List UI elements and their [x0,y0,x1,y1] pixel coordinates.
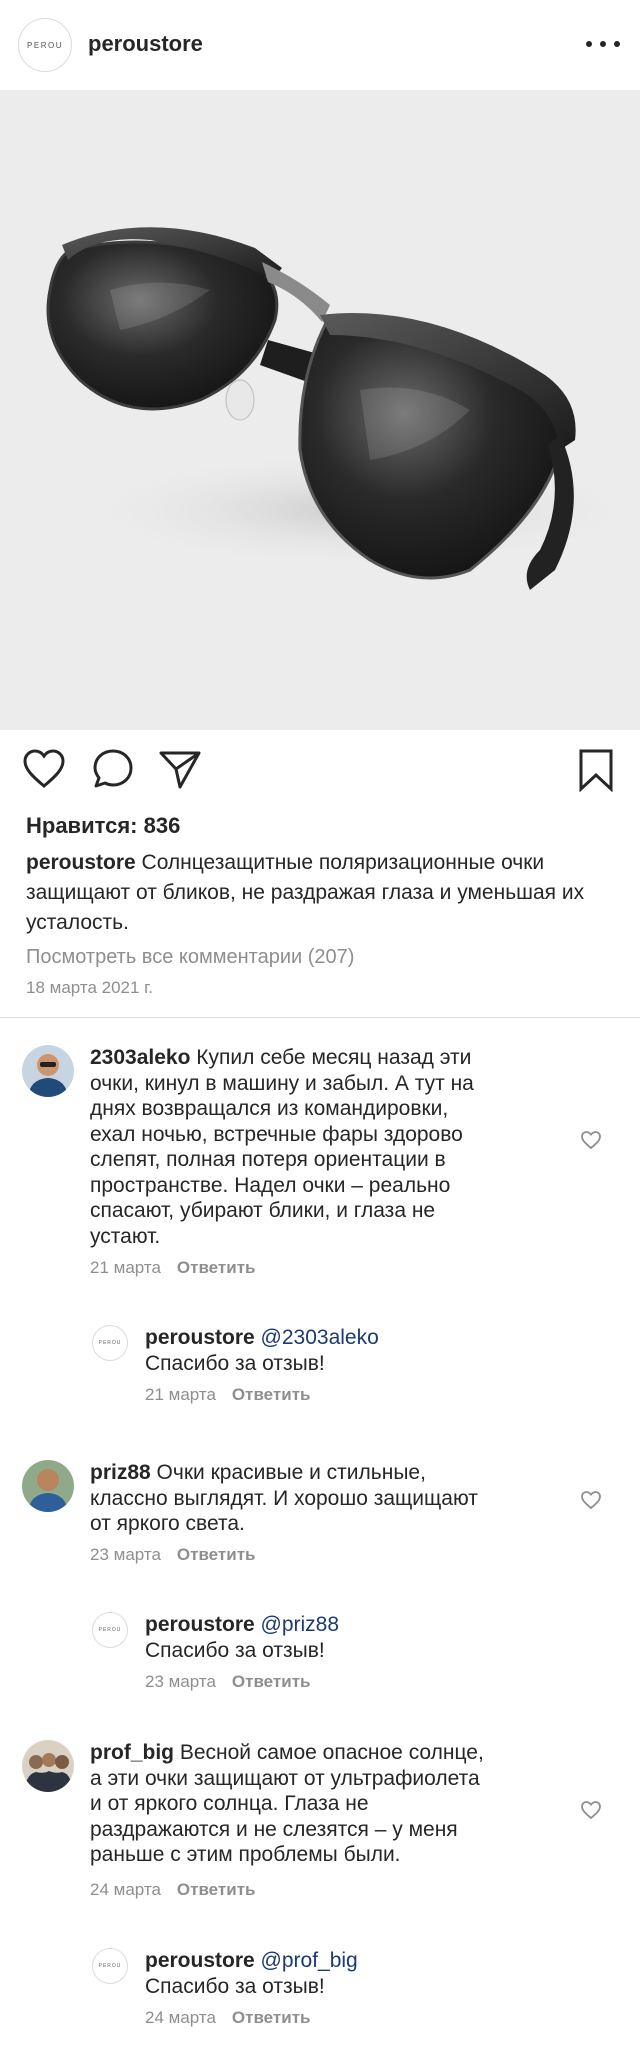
reply-button[interactable]: Ответить [232,1385,311,1404]
post-date: 18 марта 2021 г. [26,978,154,997]
mention-link[interactable]: @priz88 [261,1613,340,1636]
comment-date: 24 марта [145,2008,216,2027]
reply-button[interactable]: Ответить [177,1258,256,1277]
comment-meta: 23 марта Ответить [145,1672,310,1692]
heart-icon[interactable] [22,748,66,790]
comment-text: 2303aleko Купил себе месяц назад эти очк… [90,1046,474,1248]
like-comment-icon[interactable] [580,1490,602,1510]
comment-date: 23 марта [145,1672,216,1691]
like-comment-icon[interactable] [580,1130,602,1150]
share-icon[interactable] [158,748,202,790]
view-all-comments-link[interactable]: Посмотреть все комментарии (207) [26,946,354,969]
comment-username[interactable]: peroustore [145,1613,255,1636]
comment-meta: 24 марта Ответить [90,1880,255,1900]
avatar[interactable]: PEROU [92,1948,128,1984]
avatar[interactable] [22,1045,74,1097]
post-actions [0,748,640,798]
caption-username[interactable]: peroustore [26,851,136,874]
comment-icon[interactable] [92,748,134,790]
comment-date: 23 марта [90,1545,161,1564]
post-image[interactable] [0,90,640,730]
reply-text: peroustore @priz88 Спасибо за отзыв! [145,1613,340,1662]
comment-text: prof_big Весной самое опасное солнце, а … [90,1741,484,1866]
avatar[interactable]: PEROU [92,1612,128,1648]
reply-button[interactable]: Ответить [177,1545,256,1564]
mention-link[interactable]: @prof_big [261,1949,358,1972]
account-avatar[interactable]: PEROU [18,18,72,72]
reply-text: peroustore @2303aleko Спасибо за отзыв! [145,1326,379,1375]
comment-username[interactable]: 2303aleko [90,1046,190,1069]
divider [0,1017,640,1018]
comment-date: 21 марта [90,1258,161,1277]
logo-text: PEROU [27,40,63,50]
comment-meta: 24 марта Ответить [145,2008,310,2028]
mention-link[interactable]: @2303aleko [261,1326,379,1349]
post-header: PEROU peroustore [0,0,640,90]
sunglasses-image [46,227,640,590]
like-comment-icon[interactable] [580,1800,602,1820]
comment-username[interactable]: peroustore [145,1326,255,1349]
comment-meta: 21 марта Ответить [90,1258,255,1278]
reply-button[interactable]: Ответить [232,1672,311,1691]
avatar[interactable] [22,1740,74,1792]
comment-username[interactable]: prof_big [90,1741,174,1764]
reply-button[interactable]: Ответить [177,1880,256,1899]
comment-meta: 23 марта Ответить [90,1545,255,1565]
comment-meta: 21 марта Ответить [145,1385,310,1405]
comment-username[interactable]: priz88 [90,1461,151,1484]
comment-username[interactable]: peroustore [145,1949,255,1972]
reply-text: peroustore @prof_big Спасибо за отзыв! [145,1949,358,1998]
comment-text: priz88 Очки красивые и стильные, классно… [90,1461,478,1535]
avatar[interactable]: PEROU [92,1325,128,1361]
reply-button[interactable]: Ответить [232,2008,311,2027]
avatar[interactable] [22,1460,74,1512]
more-icon[interactable] [586,32,620,56]
comment-date: 24 марта [90,1880,161,1899]
post-caption: peroustore Солнцезащитные поляризационны… [26,848,616,938]
bookmark-icon[interactable] [578,748,614,792]
comment-date: 21 марта [145,1385,216,1404]
account-username[interactable]: peroustore [88,31,203,57]
likes-count[interactable]: Нравится: 836 [26,813,180,839]
